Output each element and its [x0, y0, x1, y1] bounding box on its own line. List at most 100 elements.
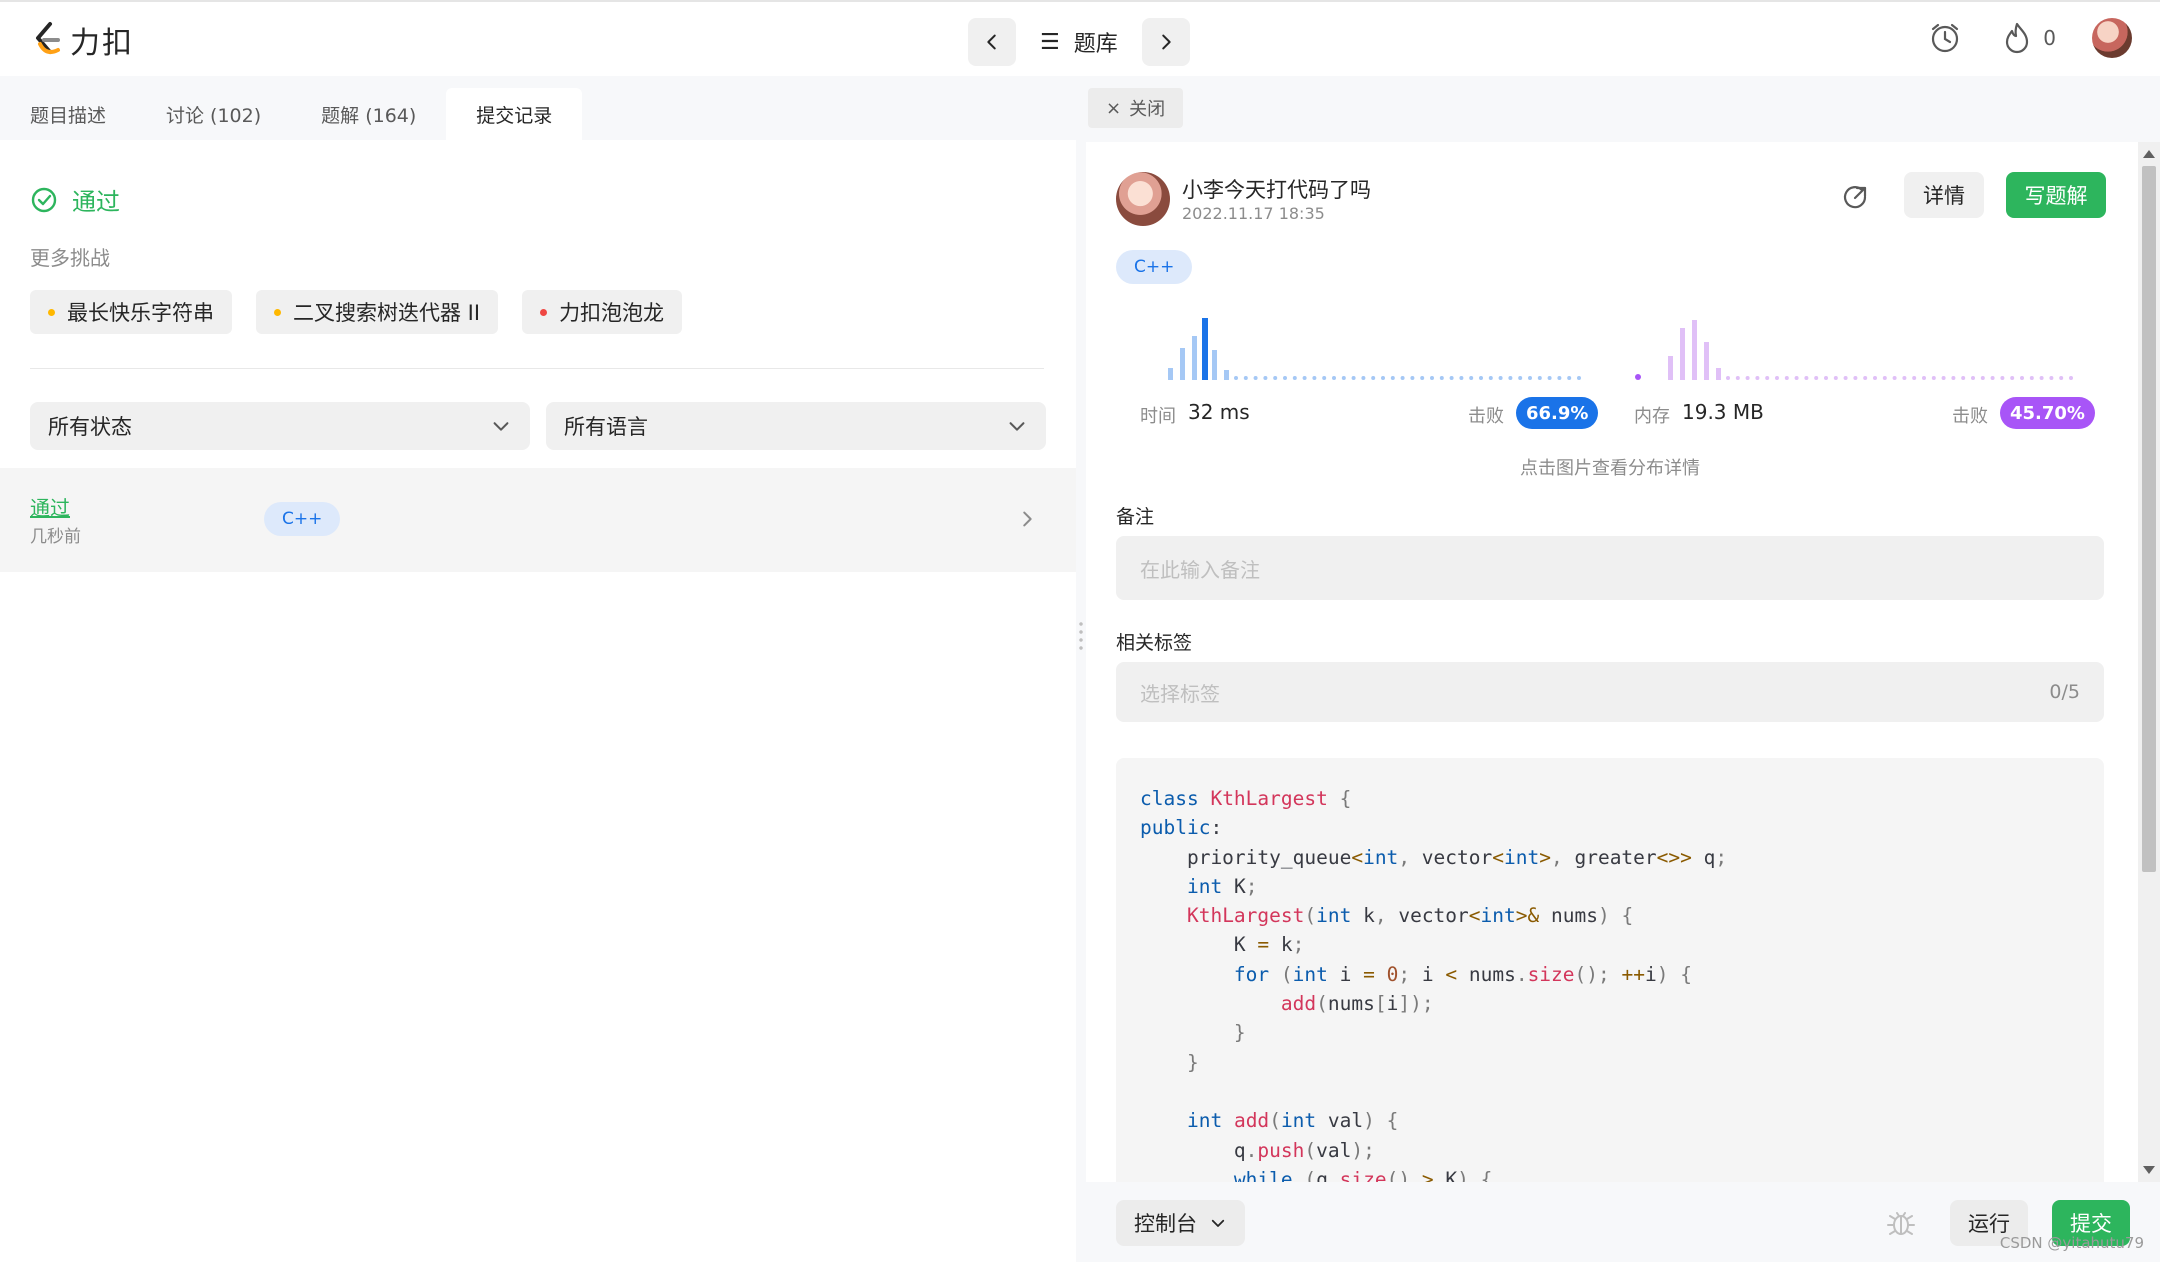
check-circle-icon [31, 187, 57, 212]
console-label: 控制台 [1134, 1212, 1197, 1236]
distribution-baseline-dot [1381, 376, 1385, 380]
memory-distribution-chart[interactable] [1634, 312, 2084, 382]
runtime-label: 时间 [1140, 406, 1176, 427]
distribution-baseline-dot [1439, 376, 1444, 380]
distribution-baseline-dot [1390, 376, 1395, 380]
status-filter-select[interactable]: 所有状态 [30, 402, 530, 450]
vertical-scrollbar[interactable] [2138, 142, 2160, 1182]
challenge-list: 最长快乐字符串 二叉搜索树迭代器 II 力扣泡泡龙 [30, 290, 683, 334]
code-line: K = k; [1140, 933, 1305, 957]
distribution-baseline-dot [1547, 376, 1552, 380]
logo-text: 力扣 [70, 26, 134, 61]
distribution-baseline-dot [1322, 376, 1327, 380]
challenge-chip[interactable]: 二叉搜索树迭代器 II [256, 290, 499, 334]
distribution-baseline-dot [1253, 376, 1258, 380]
distribution-baseline-dot [1735, 376, 1740, 380]
distribution-baseline-dot [1971, 376, 1975, 380]
tab-description[interactable]: 题目描述 [0, 88, 136, 140]
scroll-down-arrow[interactable] [2143, 1166, 2155, 1174]
streak-count: 0 [2043, 26, 2056, 50]
distribution-baseline-dot [1420, 376, 1425, 380]
left-panel: 题目描述 讨论 (102) 题解 (164) 提交记录 通过 更多挑战 最长快乐… [0, 76, 1076, 1262]
code-line: while (q.size() > K) { [1233, 1167, 1493, 1182]
distribution-baseline-dot [1341, 376, 1346, 380]
code-viewer[interactable]: class KthLargest {public: priority_queue… [1116, 758, 2104, 1182]
distribution-baseline-dot [1263, 376, 1268, 380]
distribution-baseline-dot [1882, 376, 1887, 380]
note-input[interactable]: 在此输入备注 [1116, 536, 2104, 600]
submission-status[interactable]: 通过 [30, 492, 70, 521]
user-avatar[interactable] [2092, 18, 2132, 58]
submission-row[interactable]: 通过 几秒前 C++ [0, 468, 1076, 572]
code-line: q.push(val); [1140, 1138, 1375, 1162]
distribution-baseline-dot [1537, 376, 1542, 380]
challenge-chip[interactable]: 最长快乐字符串 [30, 290, 232, 334]
code-line: class KthLargest { [1140, 787, 1352, 810]
code-line: for (int i = 0; i < nums.size(); ++i) { [1233, 962, 1693, 986]
leetcode-logo[interactable]: 力扣 [30, 18, 134, 62]
write-solution-button[interactable]: 写题解 [2006, 172, 2106, 218]
tags-select[interactable]: 选择标签 0/5 [1116, 662, 2104, 722]
fire-icon [2006, 22, 2029, 54]
distribution-baseline-dot [1990, 376, 1995, 380]
watermark: CSDN @yitahutu79 [1999, 1234, 2144, 1252]
distribution-baseline-dot [2020, 376, 2024, 380]
distribution-baseline-dot [1449, 376, 1454, 380]
distribution-baseline-dot [1351, 376, 1356, 380]
tags-label: 相关标签 [1116, 632, 1193, 654]
resizer-handle-dots[interactable] [1079, 620, 1083, 650]
distribution-baseline-dot [2010, 376, 2015, 380]
share-icon[interactable] [1840, 182, 1870, 212]
distribution-baseline-dot [2049, 376, 2054, 380]
memory-beat-badge: 45.70% [2000, 397, 2095, 429]
distribution-baseline-dot [1794, 376, 1799, 380]
next-problem-button[interactable] [1141, 18, 1190, 66]
status-filter-value: 所有状态 [48, 415, 132, 439]
problemset-button[interactable]: ☰ 题库 [1040, 26, 1118, 58]
distribution-baseline-dot [1292, 376, 1297, 380]
code-line: add(nums[i]); [1280, 992, 1434, 1016]
note-placeholder: 在此输入备注 [1140, 557, 1260, 582]
tab-discussion[interactable]: 讨论 (102) [136, 88, 291, 140]
tab-solutions[interactable]: 题解 (164) [291, 88, 446, 140]
distribution-baseline-dot [1459, 376, 1464, 380]
code-line: public: [1140, 816, 1223, 840]
detail-button[interactable]: 详情 [1904, 172, 1984, 218]
distribution-baseline-dot [1843, 376, 1848, 380]
navbar-right: 0 [1927, 18, 2132, 58]
distribution-baseline-dot [1863, 376, 1868, 380]
distribution-baseline-dot [1902, 376, 1907, 380]
debug-bug-icon[interactable] [1884, 1206, 1918, 1240]
submission-filters: 所有状态 所有语言 [30, 402, 1046, 450]
challenge-title: 最长快乐字符串 [67, 301, 214, 325]
tags-count: 0/5 [2049, 681, 2080, 703]
prev-problem-button[interactable] [968, 18, 1016, 66]
submissions-panel: 通过 更多挑战 最长快乐字符串 二叉搜索树迭代器 II 力扣泡泡龙 所有状态 所… [0, 140, 1076, 1262]
distribution-baseline-dot [1557, 376, 1562, 380]
distribution-baseline-dot [1234, 376, 1238, 380]
runtime-histogram [1168, 318, 1581, 380]
list-icon: ☰ [1040, 29, 1060, 55]
streak-counter[interactable]: 0 [1999, 20, 2056, 56]
submitter-name: 小李今天打代码了吗 [1182, 178, 1371, 202]
scroll-up-arrow[interactable] [2143, 150, 2155, 158]
language-filter-select[interactable]: 所有语言 [546, 402, 1046, 450]
scrollbar-thumb[interactable] [2142, 166, 2156, 872]
challenge-chip[interactable]: 力扣泡泡龙 [522, 290, 683, 334]
distribution-baseline-dot [1410, 376, 1415, 380]
runtime-beat-badge: 66.9% [1516, 397, 1599, 429]
problem-tabs: 题目描述 讨论 (102) 题解 (164) 提交记录 [0, 88, 583, 140]
panel-resizer[interactable] [1076, 76, 1086, 1262]
distribution-baseline-dot [2059, 376, 2064, 380]
chevron-right-icon [1161, 34, 1171, 50]
distribution-baseline-dot [1765, 376, 1770, 380]
distribution-baseline-dot [2000, 376, 2005, 380]
runtime-distribution-chart[interactable] [1140, 312, 1590, 382]
console-button[interactable]: 控制台 [1116, 1200, 1245, 1246]
memory-beat-label: 击败 [1952, 406, 1988, 427]
tab-submissions[interactable]: 提交记录 [446, 88, 583, 140]
distribution-baseline-dot [1400, 376, 1405, 380]
alarm-clock-icon[interactable] [1927, 20, 1963, 56]
close-tab-button[interactable]: × 关闭 [1088, 88, 1184, 128]
